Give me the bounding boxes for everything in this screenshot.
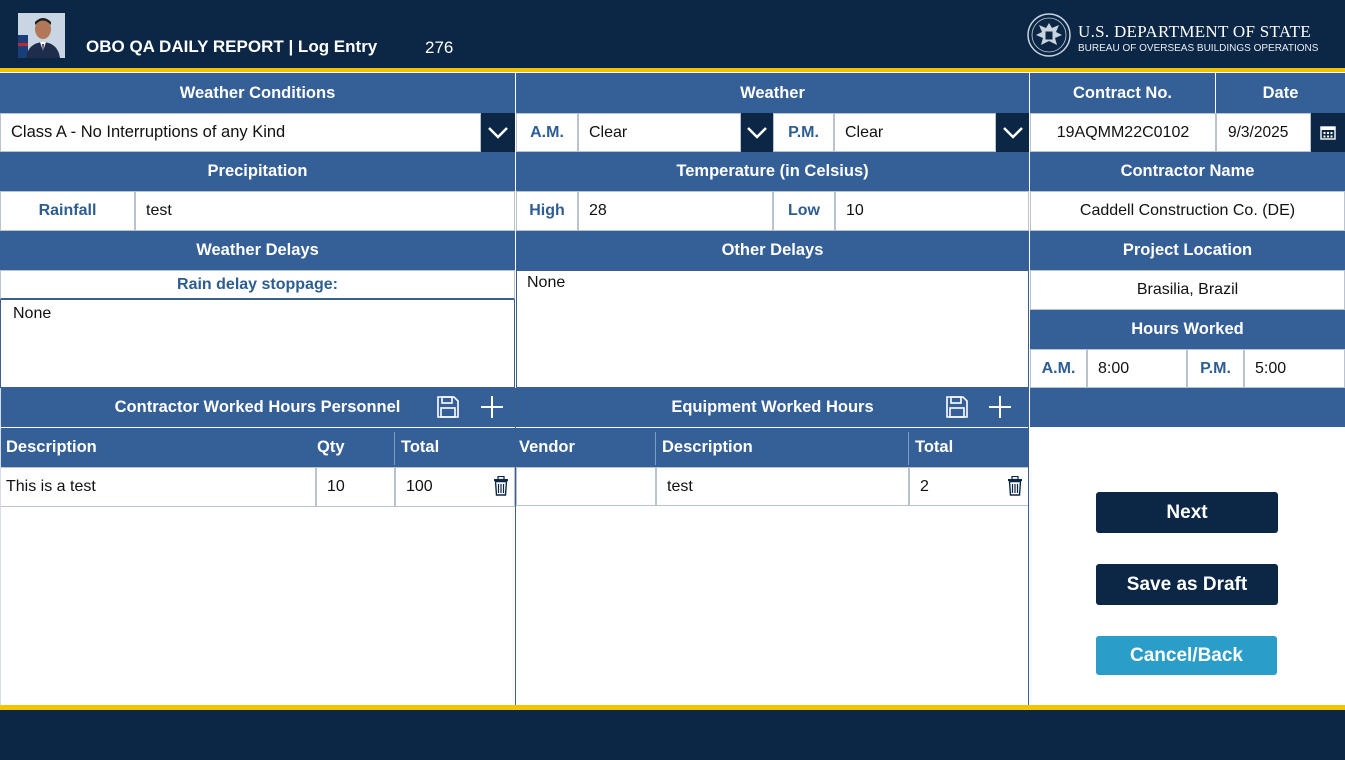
personnel-col-qty: Qty xyxy=(311,428,395,467)
weather-am-select[interactable]: Clear xyxy=(578,113,741,152)
contract-number-field[interactable]: 19AQMM22C0102 xyxy=(1030,113,1216,152)
equipment-vendor-cell[interactable] xyxy=(516,467,656,506)
chevron-down-icon xyxy=(1002,126,1023,139)
date-heading: Date xyxy=(1216,73,1345,113)
contract-heading: Contract No. xyxy=(1030,73,1215,113)
weather-conditions-heading: Weather Conditions xyxy=(0,73,515,113)
calendar-icon xyxy=(1320,125,1336,140)
state-seal xyxy=(1026,12,1072,58)
equipment-save-button[interactable] xyxy=(945,395,969,419)
header-gold-rule xyxy=(0,68,1345,72)
other-delays-heading: Other Delays xyxy=(516,231,1029,270)
personnel-qty-cell[interactable]: 10 xyxy=(316,467,395,507)
personnel-heading: Contractor Worked Hours Personnel xyxy=(114,398,401,416)
plus-icon xyxy=(989,396,1011,418)
temperature-high-input[interactable]: 28 xyxy=(578,191,773,231)
weather-conditions-dropdown-button[interactable] xyxy=(481,113,515,152)
right-spacer-bar xyxy=(1030,388,1345,427)
rain-delay-label: Rain delay stoppage: xyxy=(0,270,515,300)
equipment-col-vendor: Vendor xyxy=(516,428,656,467)
hours-pm-input[interactable]: 5:00 xyxy=(1244,349,1345,388)
hours-worked-heading: Hours Worked xyxy=(1030,310,1345,349)
hours-am-label: A.M. xyxy=(1030,349,1087,388)
app-footer xyxy=(0,710,1345,760)
weather-delays-heading: Weather Delays xyxy=(0,231,515,270)
trash-icon xyxy=(1008,475,1022,496)
panel-divider xyxy=(0,388,1,706)
other-delays-textarea[interactable]: None xyxy=(516,270,1029,388)
col-divider xyxy=(655,432,656,465)
table-row: This is a test 10 100 xyxy=(0,467,515,507)
equipment-delete-button[interactable] xyxy=(1007,475,1023,496)
project-location-heading: Project Location xyxy=(1030,231,1345,270)
weather-pm-label: P.M. xyxy=(773,113,834,152)
temperature-low-label: Low xyxy=(773,191,835,231)
temperature-heading: Temperature (in Celsius) xyxy=(516,152,1029,191)
col-divider xyxy=(394,432,395,465)
panel-divider xyxy=(1028,388,1029,706)
equipment-description-cell[interactable]: test xyxy=(656,467,909,506)
cancel-back-button[interactable]: Cancel/Back xyxy=(1096,636,1277,675)
save-draft-button[interactable]: Save as Draft xyxy=(1096,564,1278,605)
equipment-add-button[interactable] xyxy=(987,394,1013,420)
weather-heading: Weather xyxy=(516,73,1029,113)
save-icon xyxy=(946,396,968,418)
temperature-low-input[interactable]: 10 xyxy=(835,191,1029,231)
project-location-field: Brasilia, Brazil xyxy=(1030,270,1345,310)
col-divider xyxy=(908,432,909,465)
user-avatar[interactable] xyxy=(18,13,65,58)
record-id: 276 xyxy=(425,38,454,57)
equipment-heading: Equipment Worked Hours xyxy=(671,398,874,416)
equipment-col-total: Total xyxy=(909,428,1029,467)
equipment-col-description: Description xyxy=(656,428,909,467)
weather-conditions-select[interactable]: Class A - No Interruptions of any Kind xyxy=(0,113,481,152)
next-button[interactable]: Next xyxy=(1096,492,1278,533)
chevron-down-icon xyxy=(488,126,508,139)
rainfall-input[interactable]: test xyxy=(135,191,515,231)
personnel-delete-button[interactable] xyxy=(493,475,509,496)
precipitation-heading: Precipitation xyxy=(0,152,515,191)
hours-am-input[interactable]: 8:00 xyxy=(1087,349,1187,388)
rainfall-label: Rainfall xyxy=(0,191,135,231)
weather-delays-textarea[interactable]: None xyxy=(0,300,515,388)
page-title: OBO QA DAILY REPORT | Log Entry xyxy=(86,37,378,56)
plus-icon xyxy=(481,396,503,418)
personnel-save-button[interactable] xyxy=(436,395,460,419)
personnel-col-total: Total xyxy=(395,428,515,467)
date-field[interactable]: 9/3/2025 xyxy=(1216,113,1311,152)
contractor-name-field: Caddell Construction Co. (DE) xyxy=(1030,191,1345,231)
agency-name: U.S. DEPARTMENT OF STATE xyxy=(1078,22,1311,41)
table-row: test 2 xyxy=(516,467,1029,506)
temperature-high-label: High xyxy=(516,191,578,231)
agency-bureau: BUREAU OF OVERSEAS BUILDINGS OPERATIONS xyxy=(1078,43,1319,54)
calendar-button[interactable] xyxy=(1311,113,1345,152)
panel-divider xyxy=(515,388,516,706)
weather-am-dropdown-button[interactable] xyxy=(741,113,773,152)
trash-icon xyxy=(494,475,508,496)
save-icon xyxy=(437,396,459,418)
weather-pm-dropdown-button[interactable] xyxy=(996,113,1029,152)
chevron-down-icon xyxy=(747,126,767,139)
weather-pm-select[interactable]: Clear xyxy=(834,113,996,152)
personnel-add-button[interactable] xyxy=(479,394,505,420)
personnel-col-description: Description xyxy=(0,428,311,467)
hours-pm-label: P.M. xyxy=(1187,349,1244,388)
contractor-heading: Contractor Name xyxy=(1030,152,1345,191)
weather-am-label: A.M. xyxy=(516,113,578,152)
personnel-description-cell[interactable]: This is a test xyxy=(0,467,316,507)
